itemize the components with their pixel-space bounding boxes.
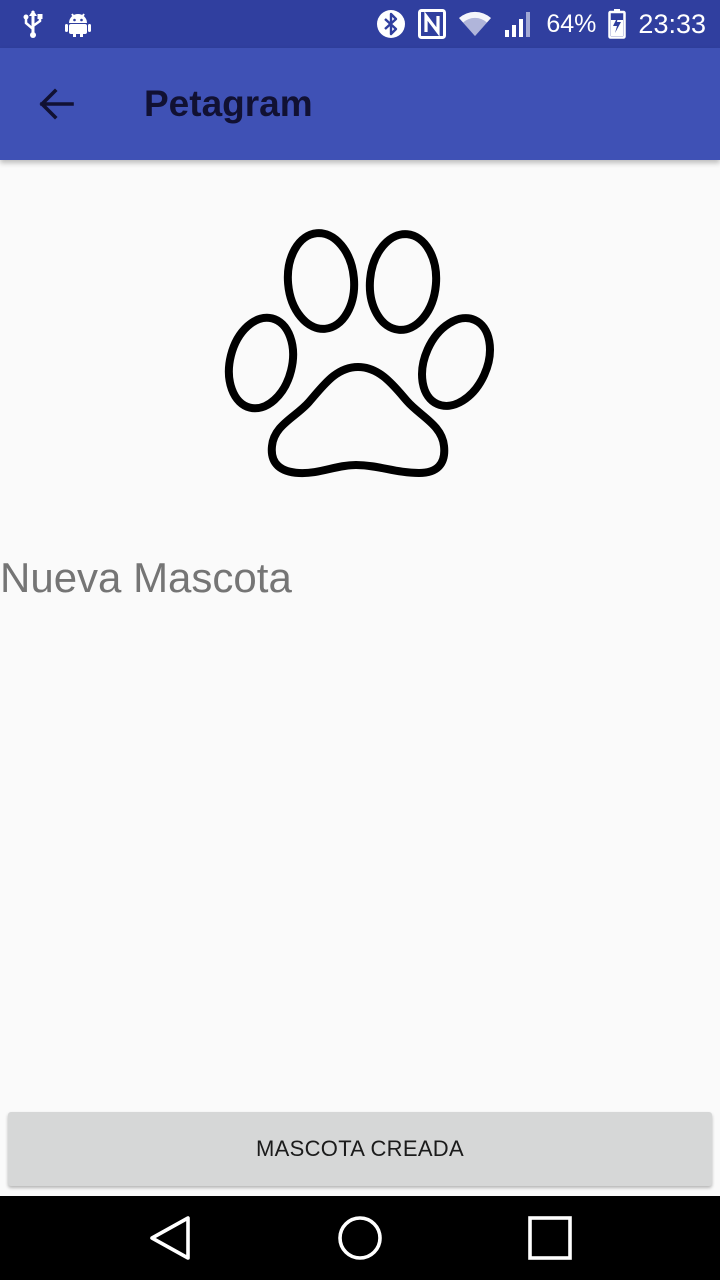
nfc-icon (418, 9, 447, 39)
pet-image (224, 226, 496, 484)
back-button[interactable] (24, 72, 88, 136)
pet-name-field[interactable]: Nueva Mascota (0, 550, 292, 606)
home-circle-icon (337, 1215, 383, 1261)
nav-home-button[interactable] (330, 1208, 390, 1268)
battery-charging-icon (608, 9, 627, 39)
create-pet-button[interactable]: MASCOTA CREADA (8, 1112, 712, 1186)
arrow-back-icon (38, 88, 74, 120)
android-debug-icon (64, 10, 92, 38)
back-triangle-icon (148, 1214, 192, 1262)
clock: 23:33 (638, 9, 706, 39)
navigation-bar (0, 1196, 720, 1280)
status-bar: 64% 23:33 (0, 0, 720, 48)
usb-icon (22, 9, 44, 39)
nav-recents-button[interactable] (520, 1208, 580, 1268)
wifi-icon (458, 10, 492, 38)
paw-icon (224, 226, 496, 484)
nav-back-button[interactable] (140, 1208, 200, 1268)
signal-icon (504, 10, 534, 38)
app-bar: Petagram (0, 48, 720, 160)
battery-percentage: 64% (546, 10, 597, 38)
app-title: Petagram (144, 83, 313, 124)
bluetooth-icon (376, 9, 406, 39)
recents-square-icon (528, 1216, 572, 1260)
